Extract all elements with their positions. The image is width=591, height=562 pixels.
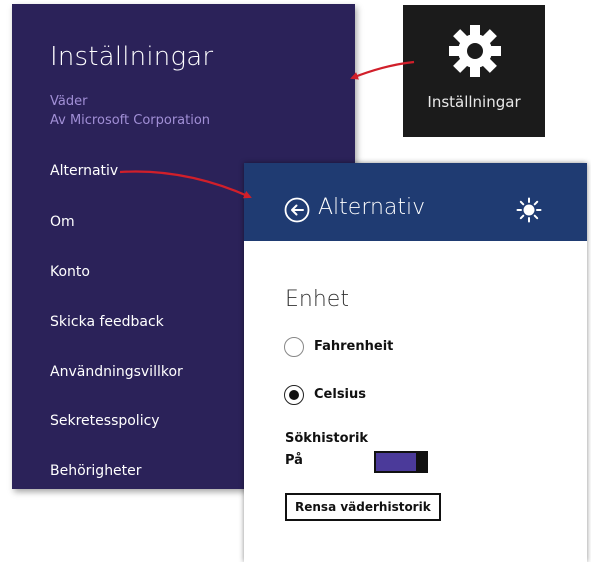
radio-button-checked[interactable] xyxy=(284,385,304,405)
sun-icon xyxy=(516,197,542,223)
toggle-thumb[interactable] xyxy=(416,451,428,473)
radio-label-celsius: Celsius xyxy=(314,387,366,402)
app-name: Väder xyxy=(50,94,88,109)
menu-item-anvandningsvillkor[interactable]: Användningsvillkor xyxy=(50,364,183,380)
menu-item-skicka-feedback[interactable]: Skicka feedback xyxy=(50,314,164,330)
options-panel: Alternativ Enhet Fahrenheit Celsius Sökh… xyxy=(244,163,587,562)
app-publisher: Av Microsoft Corporation xyxy=(50,113,211,128)
back-arrow-icon[interactable] xyxy=(284,197,310,223)
radio-button-unchecked[interactable] xyxy=(284,337,304,357)
options-header: Alternativ xyxy=(244,163,587,241)
options-title: Alternativ xyxy=(318,195,426,220)
menu-item-konto[interactable]: Konto xyxy=(50,264,90,280)
settings-charm-tile[interactable]: Inställningar xyxy=(403,5,545,137)
gear-icon xyxy=(449,25,501,77)
menu-item-behorigheter[interactable]: Behörigheter xyxy=(50,463,142,479)
menu-item-om[interactable]: Om xyxy=(50,214,75,230)
search-history-state: På xyxy=(285,453,303,468)
settings-title: Inställningar xyxy=(50,42,214,72)
menu-item-sekretesspolicy[interactable]: Sekretesspolicy xyxy=(50,413,160,429)
search-history-label: Sökhistorik xyxy=(285,431,369,446)
menu-item-alternativ[interactable]: Alternativ xyxy=(50,163,118,179)
charm-label: Inställningar xyxy=(427,93,521,111)
radio-label-fahrenheit: Fahrenheit xyxy=(314,339,394,354)
unit-heading: Enhet xyxy=(285,287,349,312)
clear-weather-history-button[interactable]: Rensa väderhistorik xyxy=(285,493,441,521)
search-history-toggle[interactable] xyxy=(374,451,428,473)
